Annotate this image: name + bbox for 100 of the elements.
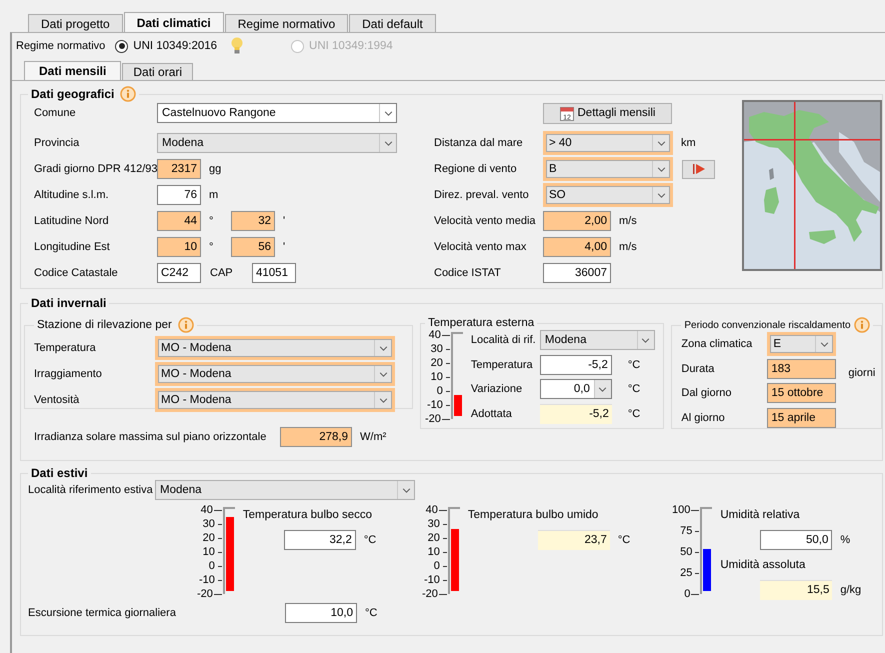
scale-label: 40 xyxy=(426,504,438,516)
field-label: Durata xyxy=(681,362,716,374)
tab[interactable]: Dati default xyxy=(349,14,436,32)
dropdown[interactable]: E xyxy=(767,332,836,356)
chevron-down-icon xyxy=(378,346,388,350)
field-label: Dal giorno xyxy=(681,387,733,399)
field-label: Temperatura bulbo umido xyxy=(468,508,600,522)
dropdown[interactable]: SO xyxy=(543,183,673,207)
dropdown[interactable]: MO - Modena xyxy=(155,362,395,386)
unit-label: °C xyxy=(628,358,640,370)
scale-label: 25 xyxy=(680,567,692,579)
scale-label: -10 xyxy=(427,399,443,411)
chevron-down-icon xyxy=(656,140,666,146)
scale-label: 10 xyxy=(430,371,443,383)
field-label: Temperatura xyxy=(470,358,534,370)
scale-label: 0 xyxy=(436,385,443,397)
field-label: Provincia xyxy=(34,137,80,149)
field-label: Regione di vento xyxy=(434,163,518,175)
chevron-down-icon xyxy=(402,488,410,492)
tab[interactable]: Dati climatici xyxy=(124,12,224,32)
field-label: Irradianza solare massima sul piano orizzontale xyxy=(34,431,268,443)
field-label: Zona climatica xyxy=(681,338,754,350)
tab[interactable]: Regime normativo xyxy=(224,14,348,32)
unit-label: °C xyxy=(628,383,640,395)
dropdown[interactable]: B xyxy=(543,157,673,181)
dropdown[interactable]: MO - Modena xyxy=(155,388,395,412)
field-label: Escursione termica giornaliera xyxy=(28,607,177,619)
input-field[interactable]: C242 xyxy=(157,263,201,283)
scale-label: -10 xyxy=(199,574,215,586)
field-label: Temperatura xyxy=(34,342,97,354)
info-icon xyxy=(120,86,136,102)
dropdown[interactable]: 0,0 xyxy=(540,379,612,399)
scale-label: -20 xyxy=(422,588,438,600)
group-title: Periodo convenzionale riscaldamento xyxy=(684,320,851,330)
unit-label: m/s xyxy=(619,241,637,253)
scale-label: 100 xyxy=(672,504,690,516)
scale-label: 40 xyxy=(200,504,213,516)
input-field[interactable]: 32,2 xyxy=(284,530,356,550)
value-field: 15 aprile xyxy=(767,408,836,428)
dropdown[interactable]: Modena xyxy=(540,330,655,350)
scale-label: 30 xyxy=(430,343,443,355)
field-label: Umidità assoluta xyxy=(720,558,806,572)
dropdown[interactable]: MO - Modena xyxy=(155,336,395,360)
field-label: Adottata xyxy=(470,408,513,420)
value-field: 15 ottobre xyxy=(767,383,836,403)
unit-label: °C xyxy=(365,607,378,619)
value-field: 278,9 xyxy=(280,427,352,447)
field-label: Longitudine Est xyxy=(34,241,111,253)
dropdown[interactable]: > 40 xyxy=(543,131,673,155)
value-field: -5,2 xyxy=(540,404,612,424)
scale-label: -20 xyxy=(197,588,213,600)
unit-label: °C xyxy=(628,408,640,420)
tab[interactable]: Dati orari xyxy=(122,63,194,80)
field-label: Direz. preval. vento xyxy=(434,189,530,201)
field-label: Velocità vento media xyxy=(434,215,537,227)
tab[interactable]: Dati mensili xyxy=(24,61,122,80)
value-field: 183 xyxy=(767,358,836,378)
dropdown[interactable]: Modena xyxy=(155,480,415,500)
unit-label: g/kg xyxy=(840,584,862,596)
chevron-down-icon xyxy=(598,386,608,392)
unit-label: gg xyxy=(209,163,222,175)
scale-label: 75 xyxy=(680,525,692,537)
field-label: Codice Catastale xyxy=(34,267,119,279)
value-field: 15,5 xyxy=(760,580,832,600)
field-label: CAP xyxy=(209,267,234,279)
dropdown[interactable]: Castelnuovo Rangone xyxy=(157,103,397,123)
scale-label: 30 xyxy=(428,518,440,530)
input-field[interactable]: 50,0 xyxy=(760,530,832,550)
chevron-down-icon xyxy=(384,110,392,116)
field-label: Temperatura bulbo secco xyxy=(242,508,374,522)
input-field[interactable]: 10,0 xyxy=(285,603,357,623)
section-title: Dati geografici xyxy=(31,87,114,101)
input-field[interactable]: 36007 xyxy=(543,263,611,283)
group-title: Temperatura esterna xyxy=(428,317,534,329)
field-label: Irraggiamento xyxy=(34,368,103,380)
radio-button[interactable]: UNI 10349:2016 xyxy=(115,40,218,52)
field-label: Velocità vento max xyxy=(434,241,528,253)
scale-label: -20 xyxy=(425,413,441,425)
unit-label: ' xyxy=(283,215,286,227)
chevron-down-icon xyxy=(656,192,666,198)
input-field[interactable]: 76 xyxy=(157,185,201,205)
value-field: 4,00 xyxy=(543,237,611,257)
field-label: Distanza dal mare xyxy=(434,137,524,149)
unit-label: °C xyxy=(618,534,630,546)
field-label: Località riferimento estiva xyxy=(28,484,154,496)
play-button[interactable] xyxy=(682,160,715,178)
chevron-down-icon xyxy=(656,166,666,172)
value-field: 2,00 xyxy=(543,211,611,231)
scale-label: 50 xyxy=(680,546,692,558)
scale-label: 0 xyxy=(684,588,690,600)
field-label: Località di rif. xyxy=(470,334,537,346)
tab[interactable]: Dati progetto xyxy=(28,14,123,32)
input-field[interactable]: 41051 xyxy=(252,263,296,283)
field-label: Altitudine s.l.m. xyxy=(34,189,110,201)
input-field[interactable]: -5,2 xyxy=(540,354,612,374)
dropdown[interactable]: Modena xyxy=(157,133,397,153)
unit-label: ° xyxy=(209,241,214,253)
value-field: 10 xyxy=(157,237,201,257)
field-label: Comune xyxy=(34,107,77,119)
info-icon xyxy=(854,317,870,333)
